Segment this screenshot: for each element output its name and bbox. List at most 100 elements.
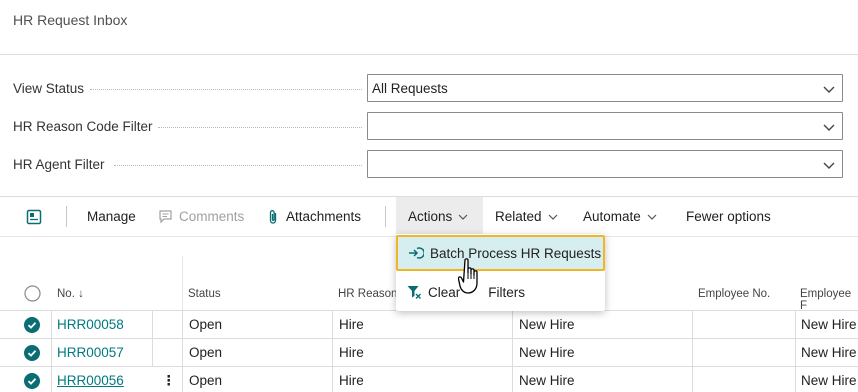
- filter-label: HR Reason Code Filter: [13, 119, 153, 134]
- cell-divider: [51, 311, 52, 339]
- comments-label: Comments: [179, 209, 245, 224]
- cell-divider: [512, 367, 513, 392]
- cell-divider: [795, 311, 796, 339]
- toolbar-separator: [385, 206, 386, 227]
- automate-label: Automate: [583, 209, 641, 224]
- col-header-reason[interactable]: HR Reason: [338, 288, 397, 300]
- toolbar-separator: [66, 206, 67, 227]
- clear-filters-menu-item[interactable]: Clear Filters: [396, 274, 605, 310]
- filter-hr-agent: HR Agent Filter: [0, 150, 858, 180]
- description-cell: New Hire: [519, 345, 575, 360]
- clear-filters-label-left: Clear: [428, 284, 461, 300]
- table-row[interactable]: HRR00058 Open Hire New Hire New Hire: [0, 310, 858, 339]
- row-menu-button[interactable]: ⋮: [162, 373, 176, 389]
- cell-divider: [182, 311, 183, 339]
- manage-button[interactable]: Manage: [87, 197, 136, 236]
- table-row[interactable]: HRR00057 Open Hire New Hire New Hire: [0, 338, 858, 367]
- request-no-link[interactable]: HRR00057: [57, 345, 124, 360]
- paperclip-icon: [269, 209, 277, 224]
- filter-label: HR Agent Filter: [13, 157, 105, 172]
- chevron-down-icon: [823, 86, 835, 93]
- manage-label: Manage: [87, 209, 136, 224]
- cell-divider: [51, 367, 52, 392]
- filter-view-status: View Status All Requests: [0, 74, 858, 104]
- cell-divider: [692, 339, 693, 367]
- fewer-options-button[interactable]: Fewer options: [686, 197, 771, 236]
- header-divider: [182, 256, 183, 310]
- cell-divider: [152, 339, 153, 367]
- cell-divider: [182, 367, 183, 392]
- table-row[interactable]: HRR00056 ⋮ Open Hire New Hire New Hire: [0, 366, 858, 392]
- clear-filter-icon: [407, 286, 421, 299]
- cell-divider: [512, 311, 513, 339]
- chevron-down-icon: [548, 214, 557, 220]
- cell-divider: [692, 311, 693, 339]
- filter-reason-code: HR Reason Code Filter: [0, 112, 858, 142]
- actions-label: Actions: [408, 209, 453, 224]
- batch-process-menu-item[interactable]: Batch Process HR Requests: [396, 235, 605, 271]
- batch-process-icon: [409, 247, 424, 259]
- row-selected-checkbox[interactable]: [24, 345, 40, 361]
- reason-code-select[interactable]: [367, 112, 843, 140]
- description-cell: New Hire: [519, 373, 575, 388]
- filter-leader: [158, 127, 362, 128]
- chevron-down-icon: [647, 214, 657, 220]
- cell-divider: [795, 339, 796, 367]
- cell-divider: [51, 339, 52, 367]
- layout-toggle-button[interactable]: [26, 197, 48, 236]
- reason-cell: Hire: [339, 345, 364, 360]
- cell-divider: [332, 339, 333, 367]
- fewer-options-label: Fewer options: [686, 209, 771, 224]
- actions-dropdown-menu: Batch Process HR Requests Clear Filters: [396, 234, 605, 311]
- select-value: All Requests: [372, 81, 448, 96]
- request-no-link[interactable]: HRR00056: [57, 373, 124, 388]
- row-selected-checkbox[interactable]: [24, 317, 40, 333]
- cell-divider: [332, 311, 333, 339]
- cell-divider: [795, 367, 796, 392]
- comment-icon: [159, 210, 172, 224]
- row-selected-checkbox[interactable]: [24, 373, 40, 389]
- reason-cell: Hire: [339, 317, 364, 332]
- related-label: Related: [495, 209, 542, 224]
- col-header-employee-no[interactable]: Employee No.: [698, 288, 770, 300]
- col-header-status[interactable]: Status: [188, 288, 221, 300]
- comments-button[interactable]: Comments: [158, 197, 244, 236]
- check-circle-icon: [27, 378, 37, 385]
- col-header-employee-name[interactable]: Employee F: [800, 288, 858, 312]
- page-title: HR Request Inbox: [13, 12, 128, 28]
- chevron-down-icon: [458, 214, 468, 220]
- col-header-no[interactable]: No. ↓: [57, 288, 84, 300]
- status-cell: Open: [189, 345, 223, 360]
- request-no-link[interactable]: HRR00058: [57, 317, 124, 332]
- employee-name-cell: New Hire: [801, 317, 857, 332]
- clear-filters-label-right: Filters: [488, 284, 526, 300]
- status-cell: Open: [189, 373, 223, 388]
- layout-icon: [26, 209, 42, 224]
- employee-name-cell: New Hire: [801, 345, 857, 360]
- description-cell: New Hire: [519, 317, 575, 332]
- cell-divider: [692, 367, 693, 392]
- cell-divider: [152, 311, 153, 339]
- check-circle-icon: [27, 322, 37, 329]
- check-circle-icon: [27, 350, 37, 357]
- reason-cell: Hire: [339, 373, 364, 388]
- status-cell: Open: [189, 317, 223, 332]
- attachments-button[interactable]: Attachments: [267, 197, 361, 236]
- view-status-select[interactable]: All Requests: [367, 74, 843, 102]
- hr-agent-select[interactable]: [367, 150, 843, 178]
- cell-divider: [182, 339, 183, 367]
- automate-menu-button[interactable]: Automate: [583, 197, 664, 236]
- batch-process-label: Batch Process HR Requests: [430, 245, 602, 261]
- attachments-label: Attachments: [286, 209, 362, 224]
- hand-cursor-icon: [458, 258, 478, 294]
- filter-leader: [114, 165, 362, 166]
- actions-menu-button[interactable]: Actions: [408, 197, 475, 236]
- related-menu-button[interactable]: Related: [495, 197, 565, 236]
- filter-label: View Status: [13, 81, 85, 96]
- chevron-down-icon: [823, 162, 835, 169]
- cell-divider: [512, 339, 513, 367]
- header-divider: [0, 54, 858, 55]
- filter-leader: [90, 89, 362, 90]
- select-all-checkbox[interactable]: [24, 285, 41, 302]
- action-bar: Manage Comments Attachments Actions Rela…: [0, 197, 858, 236]
